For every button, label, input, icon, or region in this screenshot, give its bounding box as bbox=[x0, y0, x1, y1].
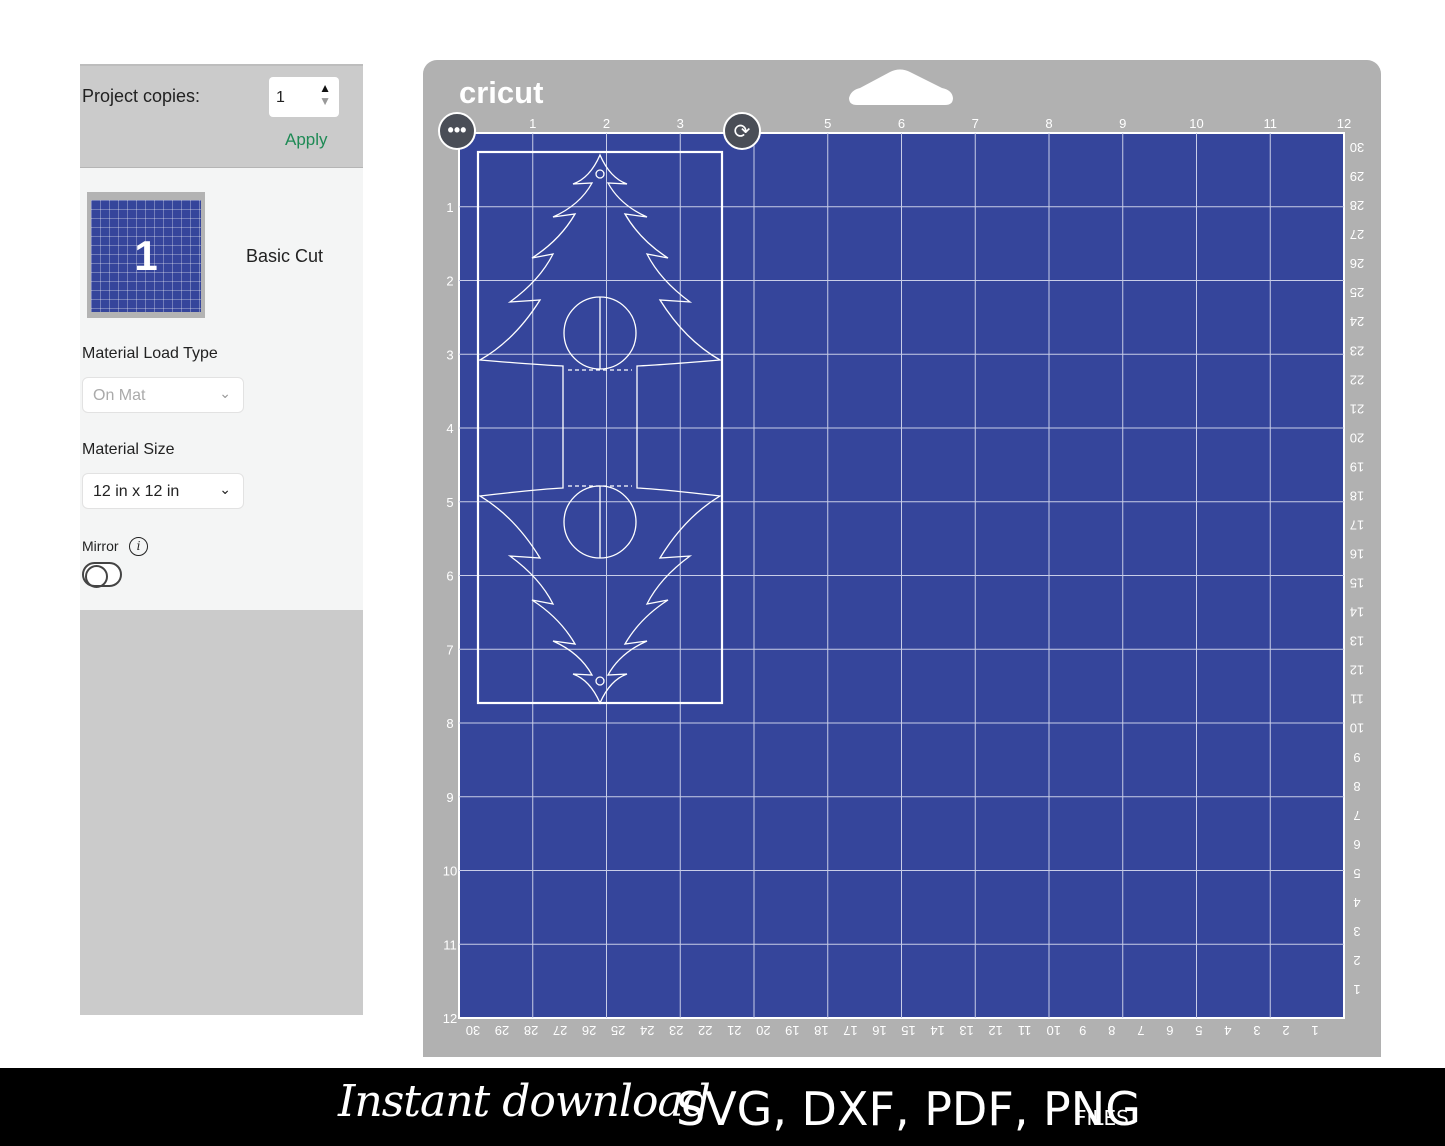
bottom-ruler-label: 7 bbox=[1137, 1023, 1144, 1038]
top-ruler-label: 3 bbox=[677, 116, 684, 131]
bottom-ruler-label: 6 bbox=[1166, 1023, 1173, 1038]
bottom-ruler-label: 15 bbox=[901, 1023, 915, 1038]
right-ruler-label: 24 bbox=[1350, 314, 1364, 329]
cricut-logo: cricut bbox=[459, 75, 543, 110]
right-ruler-label: 16 bbox=[1350, 546, 1364, 561]
bottom-ruler-label: 13 bbox=[959, 1023, 973, 1038]
mat-canvas: cricut 1 2 3 5 6 7 8 9 10 11 121234567891011123029… bbox=[438, 69, 1364, 1038]
bottom-ruler-label: 26 bbox=[582, 1023, 596, 1038]
right-ruler-label: 21 bbox=[1350, 401, 1364, 416]
top-ruler-label: 5 bbox=[824, 116, 831, 131]
right-ruler-label: 25 bbox=[1350, 285, 1364, 300]
left-ruler-label: 2 bbox=[446, 274, 453, 289]
right-ruler-label: 14 bbox=[1350, 605, 1364, 620]
right-ruler-label: 29 bbox=[1350, 169, 1364, 184]
left-ruler-label: 1 bbox=[446, 200, 453, 215]
bottom-ruler-label: 21 bbox=[727, 1023, 741, 1038]
right-ruler-label: 1 bbox=[1353, 982, 1360, 997]
top-ruler-label: 6 bbox=[898, 116, 905, 131]
right-ruler-label: 13 bbox=[1350, 634, 1364, 649]
bottom-ruler-label: 2 bbox=[1282, 1023, 1289, 1038]
right-ruler-label: 18 bbox=[1350, 488, 1364, 503]
left-ruler-label: 6 bbox=[446, 569, 453, 584]
left-ruler-label: 3 bbox=[446, 347, 453, 362]
instant-download-text: Instant download bbox=[338, 1076, 711, 1127]
right-ruler-label: 6 bbox=[1353, 837, 1360, 852]
left-ruler-label: 11 bbox=[443, 937, 457, 952]
file-formats-text: SVG, DXF, PDF, PNG bbox=[676, 1082, 1141, 1136]
bottom-ruler-label: 19 bbox=[785, 1023, 799, 1038]
bottom-ruler-label: 24 bbox=[640, 1023, 654, 1038]
right-ruler-label: 2 bbox=[1353, 953, 1360, 968]
right-ruler-label: 17 bbox=[1350, 517, 1364, 532]
top-ruler-label: 8 bbox=[1045, 116, 1052, 131]
bottom-ruler-label: 11 bbox=[1018, 1023, 1032, 1038]
right-ruler-label: 3 bbox=[1353, 924, 1360, 939]
left-ruler-label: 9 bbox=[446, 790, 453, 805]
right-ruler-label: 9 bbox=[1353, 750, 1360, 765]
bottom-ruler-label: 5 bbox=[1195, 1023, 1202, 1038]
bottom-ruler-label: 3 bbox=[1253, 1023, 1260, 1038]
right-ruler-label: 28 bbox=[1350, 198, 1364, 213]
right-ruler-label: 26 bbox=[1350, 256, 1364, 271]
ellipsis-icon: ••• bbox=[448, 120, 467, 140]
right-ruler-label: 8 bbox=[1353, 779, 1360, 794]
bottom-ruler-label: 14 bbox=[930, 1023, 944, 1038]
bottom-ruler-label: 9 bbox=[1079, 1023, 1086, 1038]
top-ruler-label: 12 bbox=[1337, 116, 1351, 131]
promo-banner: Instant download SVG, DXF, PDF, PNG FILE… bbox=[0, 1068, 1445, 1146]
bottom-ruler-label: 12 bbox=[988, 1023, 1002, 1038]
right-ruler-label: 23 bbox=[1350, 343, 1364, 358]
bottom-ruler-label: 23 bbox=[669, 1023, 683, 1038]
more-options-button[interactable]: ••• bbox=[438, 112, 476, 150]
right-ruler-label: 11 bbox=[1350, 692, 1364, 707]
bottom-ruler-label: 20 bbox=[756, 1023, 770, 1038]
rotate-icon: ⟳ bbox=[734, 121, 751, 143]
right-ruler-label: 20 bbox=[1350, 430, 1364, 445]
right-ruler-label: 7 bbox=[1353, 808, 1360, 823]
top-ruler-label: 2 bbox=[603, 116, 610, 131]
rotate-button[interactable]: ⟳ bbox=[723, 112, 761, 150]
bottom-ruler-label: 22 bbox=[698, 1023, 712, 1038]
left-ruler-label: 12 bbox=[443, 1011, 457, 1026]
right-ruler-label: 5 bbox=[1353, 866, 1360, 881]
left-ruler-label: 4 bbox=[446, 421, 453, 436]
bottom-ruler-label: 17 bbox=[843, 1023, 857, 1038]
bottom-ruler-label: 25 bbox=[611, 1023, 625, 1038]
right-ruler-label: 4 bbox=[1353, 895, 1360, 910]
top-ruler-label: 11 bbox=[1264, 116, 1278, 131]
left-ruler-label: 10 bbox=[443, 864, 457, 879]
top-ruler-label: 1 bbox=[529, 116, 536, 131]
bottom-ruler-label: 28 bbox=[524, 1023, 538, 1038]
bottom-ruler-label: 18 bbox=[814, 1023, 828, 1038]
bottom-ruler-label: 8 bbox=[1108, 1023, 1115, 1038]
right-ruler-label: 19 bbox=[1350, 459, 1364, 474]
right-ruler-label: 10 bbox=[1350, 721, 1364, 736]
left-ruler-label: 5 bbox=[446, 495, 453, 510]
right-ruler-label: 15 bbox=[1350, 576, 1364, 591]
left-ruler-label: 7 bbox=[446, 642, 453, 657]
right-ruler-label: 27 bbox=[1350, 227, 1364, 242]
bottom-ruler-label: 29 bbox=[495, 1023, 509, 1038]
bottom-ruler-label: 16 bbox=[872, 1023, 886, 1038]
bottom-ruler-label: 1 bbox=[1311, 1023, 1318, 1038]
top-ruler-label: 10 bbox=[1189, 116, 1203, 131]
bottom-ruler-label: 27 bbox=[553, 1023, 567, 1038]
bottom-ruler-label: 10 bbox=[1046, 1023, 1060, 1038]
top-ruler-label: 7 bbox=[972, 116, 979, 131]
right-ruler-label: 12 bbox=[1350, 663, 1364, 678]
files-text: FILES bbox=[1075, 1106, 1129, 1130]
right-ruler-label: 30 bbox=[1350, 140, 1364, 155]
top-ruler-label: 9 bbox=[1119, 116, 1126, 131]
right-ruler-label: 22 bbox=[1350, 372, 1364, 387]
bottom-ruler-label: 4 bbox=[1224, 1023, 1231, 1038]
left-ruler-label: 8 bbox=[446, 716, 453, 731]
mat-hanger-tab bbox=[849, 69, 953, 105]
bottom-ruler-label: 30 bbox=[466, 1023, 480, 1038]
